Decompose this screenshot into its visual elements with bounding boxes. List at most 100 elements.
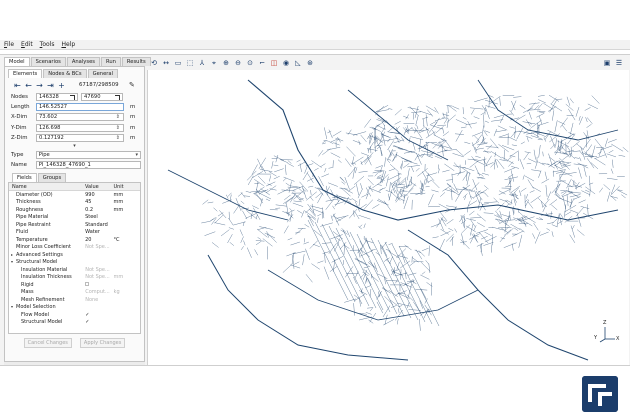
pipe-segment[interactable] [609,195,617,201]
pipe-segment[interactable] [332,160,334,168]
pipe-segment[interactable] [484,231,492,237]
pipe-segment[interactable] [243,195,251,197]
pipe-segment[interactable] [240,236,244,243]
pipe-segment[interactable] [436,217,444,228]
pipe-segment[interactable] [495,210,503,220]
network-viewport[interactable]: Z Y X [147,70,629,365]
pipe-segment[interactable] [239,229,243,236]
zoom-in-icon[interactable]: ⊕ [220,58,232,68]
first-icon[interactable]: ⇤ [12,80,23,90]
pipe-segment[interactable] [470,217,481,219]
pipe-segment[interactable] [392,145,401,149]
pipe-segment[interactable] [431,142,444,148]
pipe-segment[interactable] [608,150,614,154]
pipe-segment[interactable] [551,97,557,104]
pipe-segment[interactable] [454,133,464,135]
pipe-segment[interactable] [545,184,548,197]
pipe-segment[interactable] [290,264,301,269]
pipe-segment[interactable] [512,207,515,216]
pipe-segment[interactable] [342,229,384,311]
pipe-segment[interactable] [566,178,572,189]
pipe-segment[interactable] [575,107,580,117]
tab-elements[interactable]: Elements [8,69,43,78]
pipe-segment[interactable] [283,225,289,234]
pipe-segment[interactable] [504,176,519,181]
pipe-segment[interactable] [551,204,558,211]
pipe-segment[interactable] [437,149,448,154]
pipe-segment[interactable] [460,239,470,249]
row-value[interactable]: 990 [85,192,113,198]
pipe-segment[interactable] [359,273,365,279]
pipe-segment[interactable] [440,192,446,197]
pipe-segment[interactable] [442,169,450,173]
table-row[interactable]: Fluid Water [9,228,140,236]
pipe-segment[interactable] [352,156,355,164]
pipe-segment[interactable] [329,234,343,240]
spinner-icon[interactable]: ⇕ [116,135,120,141]
pipe-segment[interactable] [520,141,525,145]
tab-scenarios[interactable]: Scenarios [30,57,66,66]
pipe-segment[interactable] [359,240,364,248]
pipe-segment[interactable] [409,161,418,165]
pipe-segment[interactable] [240,200,245,204]
pipe-segment[interactable] [558,197,572,204]
pipe-segment[interactable] [308,185,314,188]
pipe-segment[interactable] [498,134,508,138]
pipe-segment[interactable] [440,230,451,237]
pipe-segment[interactable] [557,220,564,224]
pipe-segment[interactable] [524,175,535,182]
pipe-segment[interactable] [384,157,386,167]
pipe-segment[interactable] [415,167,420,172]
row-value[interactable]: Water [85,229,113,235]
pipe-segment[interactable] [558,159,563,169]
pipe-segment[interactable] [551,231,554,237]
pipe-segment[interactable] [397,172,402,175]
zdim-field[interactable]: 0.127192 ⇕ [36,133,124,142]
pipe-segment[interactable] [572,150,581,153]
pipe-segment[interactable] [603,184,611,191]
select-region-icon[interactable]: ⬚ [184,58,196,68]
pipe-segment[interactable] [305,248,310,260]
pipe-segment[interactable] [438,203,451,210]
pipe-segment[interactable] [578,199,586,204]
pipe-segment[interactable] [367,178,374,186]
row-value[interactable]: Standard [85,222,113,228]
row-value[interactable]: 45 [85,199,113,205]
row-value[interactable]: Not Spe... [85,244,113,250]
pipe-segment[interactable] [395,154,408,162]
pipe-segment[interactable] [360,134,367,143]
pipe-segment[interactable] [427,179,433,183]
pipe-segment[interactable] [440,229,449,235]
pipe-segment[interactable] [322,148,331,155]
pipe-segment[interactable] [383,319,395,326]
pipe-segment[interactable] [360,183,363,190]
pipe-segment[interactable] [569,153,576,160]
pipe-segment[interactable] [240,192,246,198]
pipe-segment[interactable] [481,172,489,176]
pipe-segment[interactable] [214,222,226,226]
pipe-segment[interactable] [498,227,512,229]
pipe-segment[interactable] [246,247,252,258]
pipe-segment[interactable] [339,187,349,190]
pipe-segment[interactable] [533,222,539,231]
pipe-segment[interactable] [411,166,414,173]
pipe-segment[interactable] [271,161,274,169]
pipe-segment[interactable] [441,143,444,157]
pipe-segment[interactable] [282,263,293,273]
pipe-segment[interactable] [287,237,293,241]
pipe-segment[interactable] [610,168,614,174]
pipe-segment[interactable] [586,124,592,128]
pipe-segment[interactable] [428,245,430,256]
pipe-segment[interactable] [321,173,330,178]
pipe-segment[interactable] [265,185,277,194]
pipe-segment[interactable] [304,166,308,174]
pipe-segment[interactable] [385,259,392,265]
tab-nodes-bcs[interactable]: Nodes & BCs [43,69,87,78]
pipe-segment[interactable] [426,172,438,177]
pipe-segment[interactable] [543,103,554,110]
prev-icon[interactable]: ← [23,80,34,90]
pipe-segment[interactable] [539,231,549,236]
pipe-segment[interactable] [498,144,509,153]
pipe-segment[interactable] [322,251,330,254]
pipe-segment[interactable] [486,155,492,165]
